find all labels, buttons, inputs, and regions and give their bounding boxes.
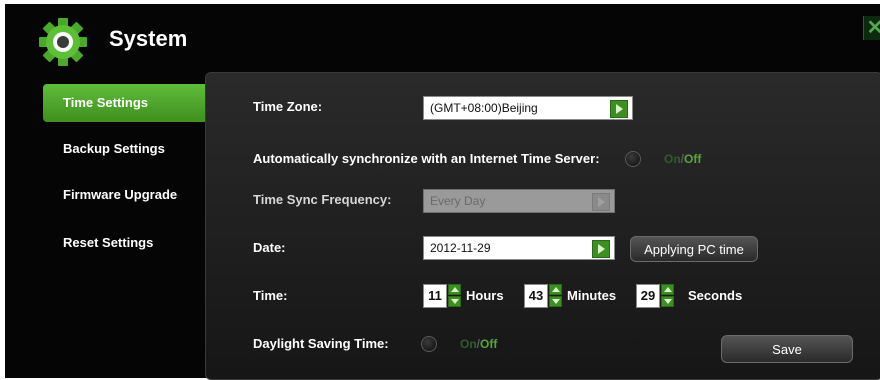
sync-frequency-select: Every Day xyxy=(423,189,615,213)
date-field[interactable]: 2012-11-29 xyxy=(423,236,615,260)
window: System ✕ Time Settings Backup Settings F… xyxy=(5,4,880,380)
time-label: Time: xyxy=(253,288,288,303)
dst-radio[interactable] xyxy=(421,336,437,352)
close-icon[interactable]: ✕ xyxy=(863,16,880,40)
hours-down-icon[interactable] xyxy=(448,296,461,307)
auto-sync-on: On xyxy=(664,152,681,166)
hours-label: Hours xyxy=(466,288,504,303)
minutes-down-icon[interactable] xyxy=(549,296,562,307)
apply-pc-time-button[interactable]: Applying PC time xyxy=(630,236,758,262)
settings-panel: Time Zone: (GMT+08:00)Beijing Automatica… xyxy=(205,72,880,380)
hours-up-icon[interactable] xyxy=(448,284,461,295)
date-label: Date: xyxy=(253,240,286,255)
auto-sync-radio[interactable] xyxy=(625,151,641,167)
dst-toggle[interactable]: On/Off xyxy=(460,337,497,351)
auto-sync-label: Automatically synchronize with an Intern… xyxy=(253,151,600,166)
seconds-label: Seconds xyxy=(688,288,743,303)
hours-value[interactable]: 11 xyxy=(423,284,447,308)
sidebar-item-firmware-upgrade[interactable]: Firmware Upgrade xyxy=(43,176,209,214)
dst-on: On xyxy=(460,337,477,351)
seconds-value[interactable]: 29 xyxy=(636,284,660,308)
calendar-arrow-icon[interactable] xyxy=(592,240,610,258)
time-zone-value: (GMT+08:00)Beijing xyxy=(430,101,538,115)
sync-frequency-value: Every Day xyxy=(430,194,486,208)
save-button[interactable]: Save xyxy=(721,335,853,363)
dropdown-arrow-icon xyxy=(592,193,610,211)
seconds-up-icon[interactable] xyxy=(661,284,674,295)
minutes-up-icon[interactable] xyxy=(549,284,562,295)
time-zone-select[interactable]: (GMT+08:00)Beijing xyxy=(423,96,633,120)
minutes-value[interactable]: 43 xyxy=(524,284,548,308)
sidebar-item-backup-settings[interactable]: Backup Settings xyxy=(43,130,209,168)
sidebar-item-reset-settings[interactable]: Reset Settings xyxy=(43,224,209,262)
minutes-label: Minutes xyxy=(567,288,617,303)
dropdown-arrow-icon[interactable] xyxy=(610,100,628,118)
date-value: 2012-11-29 xyxy=(430,241,491,255)
dst-off: Off xyxy=(480,337,498,351)
dst-label: Daylight Saving Time: xyxy=(253,336,389,351)
gear-icon xyxy=(39,18,87,66)
auto-sync-toggle[interactable]: On/Off xyxy=(664,152,701,166)
auto-sync-off: Off xyxy=(684,152,702,166)
sidebar-item-time-settings[interactable]: Time Settings xyxy=(43,84,209,122)
seconds-down-icon[interactable] xyxy=(661,296,674,307)
time-zone-label: Time Zone: xyxy=(253,99,323,114)
page-title: System xyxy=(109,26,188,51)
sync-frequency-label: Time Sync Frequency: xyxy=(253,192,392,207)
